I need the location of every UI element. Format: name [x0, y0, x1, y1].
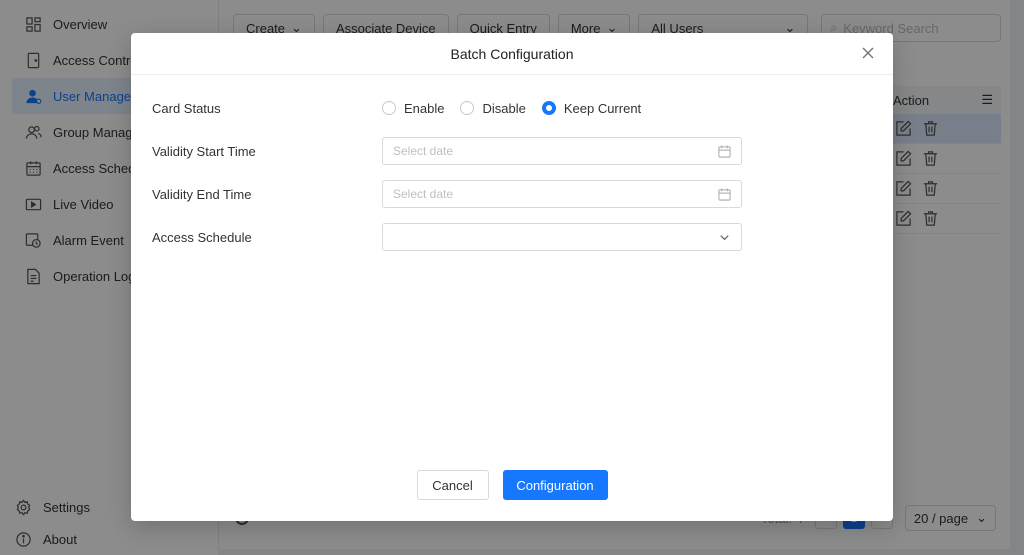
radio-enable-label: Enable [404, 100, 445, 116]
batch-configuration-dialog: Batch Configuration Card Status Enable D… [131, 33, 893, 521]
validity-start-row: Validity Start Time Select date [152, 137, 752, 165]
calendar-icon [718, 187, 731, 201]
card-status-row: Card Status Enable Disable Keep Current [152, 94, 752, 122]
validity-end-row: Validity End Time Select date [152, 180, 752, 208]
radio-disable[interactable]: Disable [460, 100, 526, 116]
radio-disable-circle[interactable] [460, 101, 475, 115]
card-status-radio-group: Enable Disable Keep Current [382, 101, 657, 116]
access-schedule-row: Access Schedule [152, 223, 752, 251]
dialog-footer: Cancel Configuration [131, 470, 893, 500]
access-schedule-label: Access Schedule [152, 229, 252, 245]
cancel-button[interactable]: Cancel [416, 470, 489, 500]
validity-end-date-picker[interactable]: Select date [382, 180, 742, 208]
chevron-down-icon [718, 231, 731, 244]
calendar-icon [718, 144, 731, 158]
dialog-title: Batch Configuration [450, 45, 574, 62]
validity-start-label: Validity Start Time [152, 143, 256, 159]
card-status-label: Card Status [152, 100, 221, 116]
validity-end-placeholder: Select date [393, 187, 454, 201]
radio-enable-circle[interactable] [382, 101, 396, 115]
radio-keep-current-circle[interactable] [541, 101, 556, 115]
validity-end-label: Validity End Time [152, 186, 252, 202]
dialog-header: Batch Configuration [131, 33, 893, 75]
radio-disable-label: Disable [482, 100, 526, 116]
validity-start-placeholder: Select date [393, 144, 454, 158]
configuration-button[interactable]: Configuration [502, 470, 608, 500]
validity-start-date-picker[interactable]: Select date [382, 137, 742, 165]
access-schedule-select[interactable] [382, 223, 742, 251]
radio-keep-current[interactable]: Keep Current [541, 100, 642, 116]
radio-enable[interactable]: Enable [382, 101, 444, 116]
radio-keep-current-label: Keep Current [563, 100, 642, 116]
close-icon[interactable] [861, 46, 875, 60]
